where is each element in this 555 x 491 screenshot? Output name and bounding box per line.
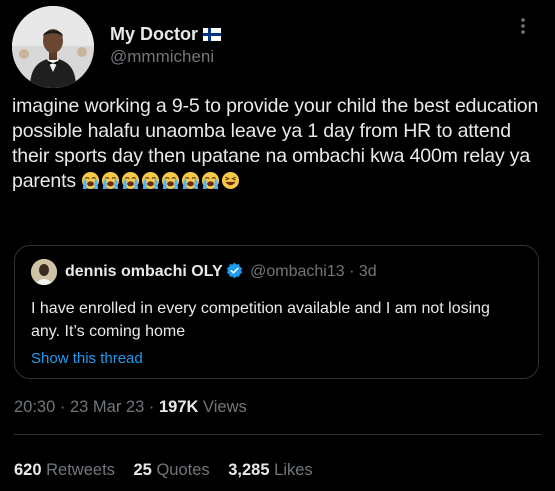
finland-flag-icon bbox=[203, 28, 222, 41]
likes-count: 3,285 bbox=[228, 461, 270, 479]
retweets-stat[interactable]: 620 Retweets bbox=[14, 461, 120, 479]
author-display-name[interactable]: My Doctor bbox=[110, 24, 222, 45]
views-label: Views bbox=[203, 398, 247, 416]
quotes-label: Quotes bbox=[156, 461, 210, 479]
author-info: My Doctor @mmmicheni bbox=[110, 24, 222, 68]
quote-author-avatar[interactable] bbox=[31, 259, 57, 285]
quotes-count: 25 bbox=[133, 461, 152, 479]
loudly-crying-face-emoji-icon bbox=[162, 171, 180, 190]
meta-separator-2: · bbox=[148, 398, 155, 416]
meta-separator: · bbox=[59, 398, 66, 416]
quote-header: dennis ombachi OLY @ombachi13 · 3d bbox=[65, 262, 377, 282]
display-name-text: My Doctor bbox=[110, 24, 199, 44]
grinning-squinting-face-emoji-icon bbox=[222, 171, 240, 190]
quoted-tweet[interactable]: dennis ombachi OLY @ombachi13 · 3d I hav… bbox=[14, 245, 539, 379]
likes-label: Likes bbox=[274, 461, 313, 479]
loudly-crying-face-emoji-icon bbox=[122, 171, 140, 190]
loudly-crying-face-emoji-icon bbox=[142, 171, 160, 190]
avatar-image bbox=[12, 6, 94, 88]
verified-badge-icon bbox=[226, 262, 242, 279]
tweet-body: imagine working a 9-5 to provide your ch… bbox=[12, 94, 542, 194]
tweet-header: My Doctor @mmmicheni bbox=[12, 6, 543, 88]
loudly-crying-face-emoji-icon bbox=[182, 171, 200, 190]
retweets-count: 620 bbox=[14, 461, 42, 479]
likes-stat[interactable]: 3,285 Likes bbox=[228, 461, 312, 479]
tweet-date[interactable]: 23 Mar 23 bbox=[70, 398, 144, 416]
loudly-crying-face-emoji-icon bbox=[202, 171, 220, 190]
quotes-stat[interactable]: 25 Quotes bbox=[134, 461, 215, 479]
loudly-crying-face-emoji-icon bbox=[82, 171, 100, 190]
show-thread-link[interactable]: Show this thread bbox=[31, 350, 143, 367]
quote-author-name: dennis ombachi OLY bbox=[65, 263, 223, 280]
engagement-stats: 620 Retweets 25 Quotes 3,285 Likes bbox=[14, 461, 327, 480]
tweet-time[interactable]: 20:30 bbox=[14, 398, 55, 416]
divider bbox=[14, 434, 541, 435]
quote-time[interactable]: 3d bbox=[359, 263, 377, 280]
tweet-meta: 20:30 · 23 Mar 23 · 197K Views bbox=[14, 398, 247, 417]
loudly-crying-face-emoji-icon bbox=[102, 171, 120, 190]
author-handle[interactable]: @mmmicheni bbox=[110, 46, 221, 68]
quote-author-handle: @ombachi13 bbox=[250, 263, 345, 280]
retweets-label: Retweets bbox=[46, 461, 115, 479]
author-avatar[interactable] bbox=[12, 6, 94, 88]
tweet-emojis bbox=[81, 170, 241, 192]
more-options-icon[interactable] bbox=[513, 16, 533, 36]
quote-avatar-image bbox=[31, 259, 57, 285]
views-count: 197K bbox=[158, 398, 199, 416]
quote-separator: · bbox=[349, 263, 355, 280]
quote-text: I have enrolled in every competition ava… bbox=[31, 300, 490, 340]
